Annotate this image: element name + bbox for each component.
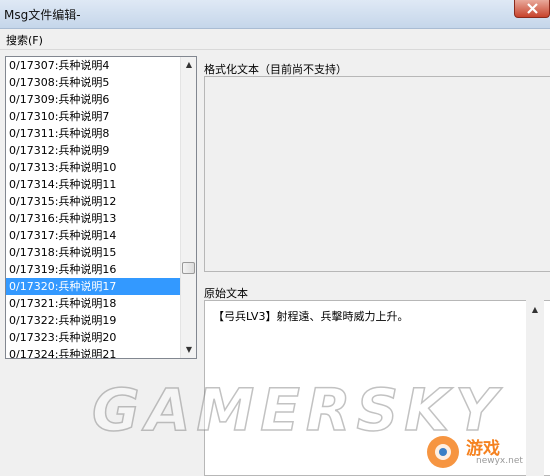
- title-bar: Msg文件编辑-: [0, 0, 550, 29]
- logo-url: newyx.net: [476, 456, 523, 466]
- scroll-up-arrow-icon[interactable]: ▲: [181, 57, 196, 73]
- formatted-text-area: [204, 76, 550, 272]
- original-text-scrollbar[interactable]: ▲: [526, 300, 544, 476]
- list-item[interactable]: 0/17322:兵种说明19: [6, 312, 180, 329]
- menu-bar: 搜索(F): [0, 29, 550, 50]
- list-item[interactable]: 0/17317:兵种说明14: [6, 227, 180, 244]
- list-item[interactable]: 0/17309:兵种说明6: [6, 91, 180, 108]
- original-text-label: 原始文本: [204, 287, 248, 300]
- list-item[interactable]: 0/17310:兵种说明7: [6, 108, 180, 125]
- scroll-down-arrow-icon[interactable]: ▼: [181, 342, 196, 358]
- message-list-items: 0/17307:兵种说明4 0/17308:兵种说明5 0/17309:兵种说明6 0…: [6, 57, 180, 358]
- list-item[interactable]: 0/17323:兵种说明20: [6, 329, 180, 346]
- list-item[interactable]: 0/17316:兵种说明13: [6, 210, 180, 227]
- scroll-up-arrow-icon[interactable]: ▲: [526, 302, 544, 318]
- original-text-content: 【弓兵LV3】射程遠、兵擊時威力上升。: [213, 310, 409, 323]
- list-item[interactable]: 0/17318:兵种说明15: [6, 244, 180, 261]
- scroll-thumb[interactable]: [182, 262, 195, 274]
- message-list[interactable]: 0/17307:兵种说明4 0/17308:兵种说明5 0/17309:兵种说明6 0…: [5, 56, 197, 359]
- list-item[interactable]: 0/17324:兵种说明21: [6, 346, 180, 358]
- list-item[interactable]: 0/17312:兵种说明9: [6, 142, 180, 159]
- list-item[interactable]: 0/17319:兵种说明16: [6, 261, 180, 278]
- list-item[interactable]: 0/17308:兵种说明5: [6, 74, 180, 91]
- list-item[interactable]: 0/17307:兵种说明4: [6, 57, 180, 74]
- list-item[interactable]: 0/17313:兵种说明10: [6, 159, 180, 176]
- window-title: Msg文件编辑-: [4, 8, 81, 22]
- close-button[interactable]: [514, 0, 550, 18]
- list-item[interactable]: 0/17314:兵种说明11: [6, 176, 180, 193]
- formatted-text-label: 格式化文本（目前尚不支持）: [204, 63, 347, 76]
- list-item[interactable]: 0/17320:兵种说明17: [6, 278, 180, 295]
- list-item[interactable]: 0/17311:兵种说明8: [6, 125, 180, 142]
- list-item[interactable]: 0/17315:兵种说明12: [6, 193, 180, 210]
- logo-emblem-icon: [424, 432, 462, 475]
- menu-search[interactable]: 搜索(F): [6, 32, 43, 48]
- list-scrollbar[interactable]: ▲ ▼: [180, 57, 196, 358]
- close-icon: [527, 3, 538, 14]
- list-item[interactable]: 0/17321:兵种说明18: [6, 295, 180, 312]
